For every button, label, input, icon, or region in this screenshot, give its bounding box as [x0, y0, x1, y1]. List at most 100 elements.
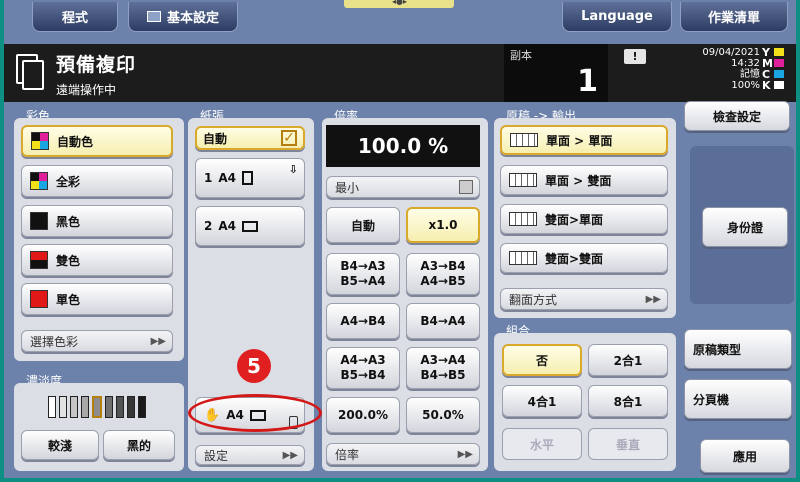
job-list-label: 作業清單: [707, 11, 760, 26]
language-label: Language: [581, 9, 653, 24]
ratio-a3-a4-button[interactable]: A3→A4 B4→B5: [406, 347, 480, 389]
highlight-circle: [188, 394, 322, 432]
handle-strip[interactable]: ◂●▸: [344, 0, 454, 8]
combine-no-button[interactable]: 否: [502, 344, 582, 376]
tray-1-number: 1: [204, 171, 213, 185]
ratio-200-button[interactable]: 200.0%: [326, 397, 400, 433]
job-list-button[interactable]: 作業清單: [680, 2, 788, 32]
combine-2in1-button[interactable]: 2合1: [588, 344, 668, 376]
language-button[interactable]: Language: [562, 2, 672, 32]
density-step[interactable]: [48, 396, 56, 418]
apply-label: 應用: [732, 449, 757, 464]
basic-settings-label: 基本設定: [166, 11, 219, 26]
density-scale[interactable]: [48, 396, 146, 418]
apply-button[interactable]: 應用: [700, 439, 790, 473]
darker-label: 黑的: [126, 438, 151, 453]
density-step[interactable]: [127, 396, 135, 418]
basic-settings-button[interactable]: 基本設定: [128, 2, 238, 32]
chevron-right-icon: ▶▶: [150, 335, 166, 347]
ratio-b4a4-label: B4→A4: [420, 314, 466, 328]
combine-2in1-label: 2合1: [613, 353, 643, 368]
date: 09/04/2021: [702, 47, 760, 58]
grip-icon: ◂●▸: [392, 0, 408, 6]
horizontal-button: 水平: [502, 428, 582, 460]
landscape-paper-icon: [242, 220, 258, 232]
density-lighter-button[interactable]: 較淺: [21, 430, 99, 460]
single-color-icon: [30, 290, 48, 308]
check-settings-button[interactable]: 檢查設定: [684, 101, 790, 131]
copier-screen: 程式 基本設定 ◂●▸ Language 作業清單 預備複印 遠端操作中 副本 …: [4, 0, 796, 478]
ratio-min-button[interactable]: 最小: [326, 176, 480, 198]
paper-auto-button[interactable]: 自動 ✓: [195, 126, 305, 150]
flip-direction-dropdown[interactable]: 翻面方式 ▶▶: [500, 288, 668, 310]
color-dual-button[interactable]: 雙色: [21, 244, 173, 276]
select-color-dropdown[interactable]: 選擇色彩 ▶▶: [21, 330, 173, 352]
combine-8in1-button[interactable]: 8合1: [588, 385, 668, 417]
original-type-button[interactable]: 原稿類型: [684, 329, 792, 369]
ratio-b5b4-label: B5→B4: [340, 368, 386, 382]
duplex-to-duplex-icon: [509, 251, 537, 265]
combine-4in1-button[interactable]: 4合1: [502, 385, 582, 417]
ratio-b4-a3-button[interactable]: B4→A3 B5→A4: [326, 253, 400, 295]
warning-icon[interactable]: !: [624, 49, 646, 64]
density-step[interactable]: [70, 396, 78, 418]
ratio-a3a4-label: A3→A4: [420, 353, 466, 367]
toner-bar-y: [774, 48, 784, 56]
tray-feed-icon: ⇩: [288, 163, 298, 176]
density-step[interactable]: [105, 396, 113, 418]
ratio-b4a3-label: B4→A3: [340, 259, 386, 273]
ratio-a3b4-label: A3→B4: [420, 259, 466, 273]
copies-label: 副本: [510, 49, 532, 62]
color-single-label: 單色: [56, 292, 81, 307]
copy-icon-back: [22, 60, 44, 90]
portrait-paper-icon: [242, 171, 253, 185]
color-single-button[interactable]: 單色: [21, 283, 173, 315]
ratio-a3-b4-button[interactable]: A3→B4 A4→B5: [406, 253, 480, 295]
dual-color-icon: [30, 251, 48, 269]
color-full-label: 全彩: [56, 174, 81, 189]
id-card-button[interactable]: 身份證: [702, 207, 788, 247]
ratio-x1-label: x1.0: [428, 218, 458, 232]
ratio-value: 100.0 %: [357, 134, 449, 158]
color-auto-button[interactable]: 自動色: [21, 125, 173, 157]
program-button[interactable]: 程式: [32, 2, 118, 32]
ratio-a4-a3-button[interactable]: A4→A3 B5→B4: [326, 347, 400, 389]
tray-1-button[interactable]: 1 A4 ⇩: [195, 158, 305, 198]
color-full-button[interactable]: 全彩: [21, 165, 173, 197]
status-title: 預備複印: [56, 54, 137, 76]
ratio-200-label: 200.0%: [338, 408, 388, 422]
density-step[interactable]: [81, 396, 89, 418]
density-darker-button[interactable]: 黑的: [103, 430, 175, 460]
simplex-simplex-button[interactable]: 單面 > 單面: [500, 125, 668, 155]
density-step[interactable]: [92, 396, 102, 418]
paper-settings-label: 設定: [204, 448, 229, 463]
tray-2-number: 2: [204, 219, 213, 233]
simplex-duplex-button[interactable]: 單面 > 雙面: [500, 165, 668, 195]
black-color-icon: [30, 212, 48, 230]
sorter-button[interactable]: 分頁機: [684, 379, 792, 419]
horizontal-label: 水平: [529, 437, 554, 452]
density-step[interactable]: [116, 396, 124, 418]
flip-direction-label: 翻面方式: [509, 292, 558, 307]
ratio-x1-button[interactable]: x1.0: [406, 207, 480, 243]
status-subtitle: 遠端操作中: [56, 83, 117, 97]
color-black-button[interactable]: 黑色: [21, 205, 173, 237]
ratio-min-label: 最小: [335, 180, 360, 195]
memory-label: 記憶: [740, 69, 760, 80]
tray-2-button[interactable]: 2 A4: [195, 206, 305, 246]
time: 14:32: [731, 58, 760, 69]
id-card-label: 身份證: [726, 220, 763, 235]
paper-settings-dropdown[interactable]: 設定 ▶▶: [195, 445, 305, 465]
ratio-a4-b4-button[interactable]: A4→B4: [326, 303, 400, 339]
ratio-auto-button[interactable]: 自動: [326, 207, 400, 243]
ratio-b4-a4-button[interactable]: B4→A4: [406, 303, 480, 339]
density-step[interactable]: [138, 396, 146, 418]
density-step[interactable]: [59, 396, 67, 418]
ratio-dropdown[interactable]: 倍率 ▶▶: [326, 443, 480, 465]
basic-settings-icon: [146, 11, 161, 22]
check-settings-label: 檢查設定: [712, 109, 761, 124]
duplex-duplex-button[interactable]: 雙面>雙面: [500, 243, 668, 273]
ratio-50-button[interactable]: 50.0%: [406, 397, 480, 433]
ratio-b5a4-label: B5→A4: [340, 274, 386, 288]
duplex-simplex-button[interactable]: 雙面>單面: [500, 204, 668, 234]
